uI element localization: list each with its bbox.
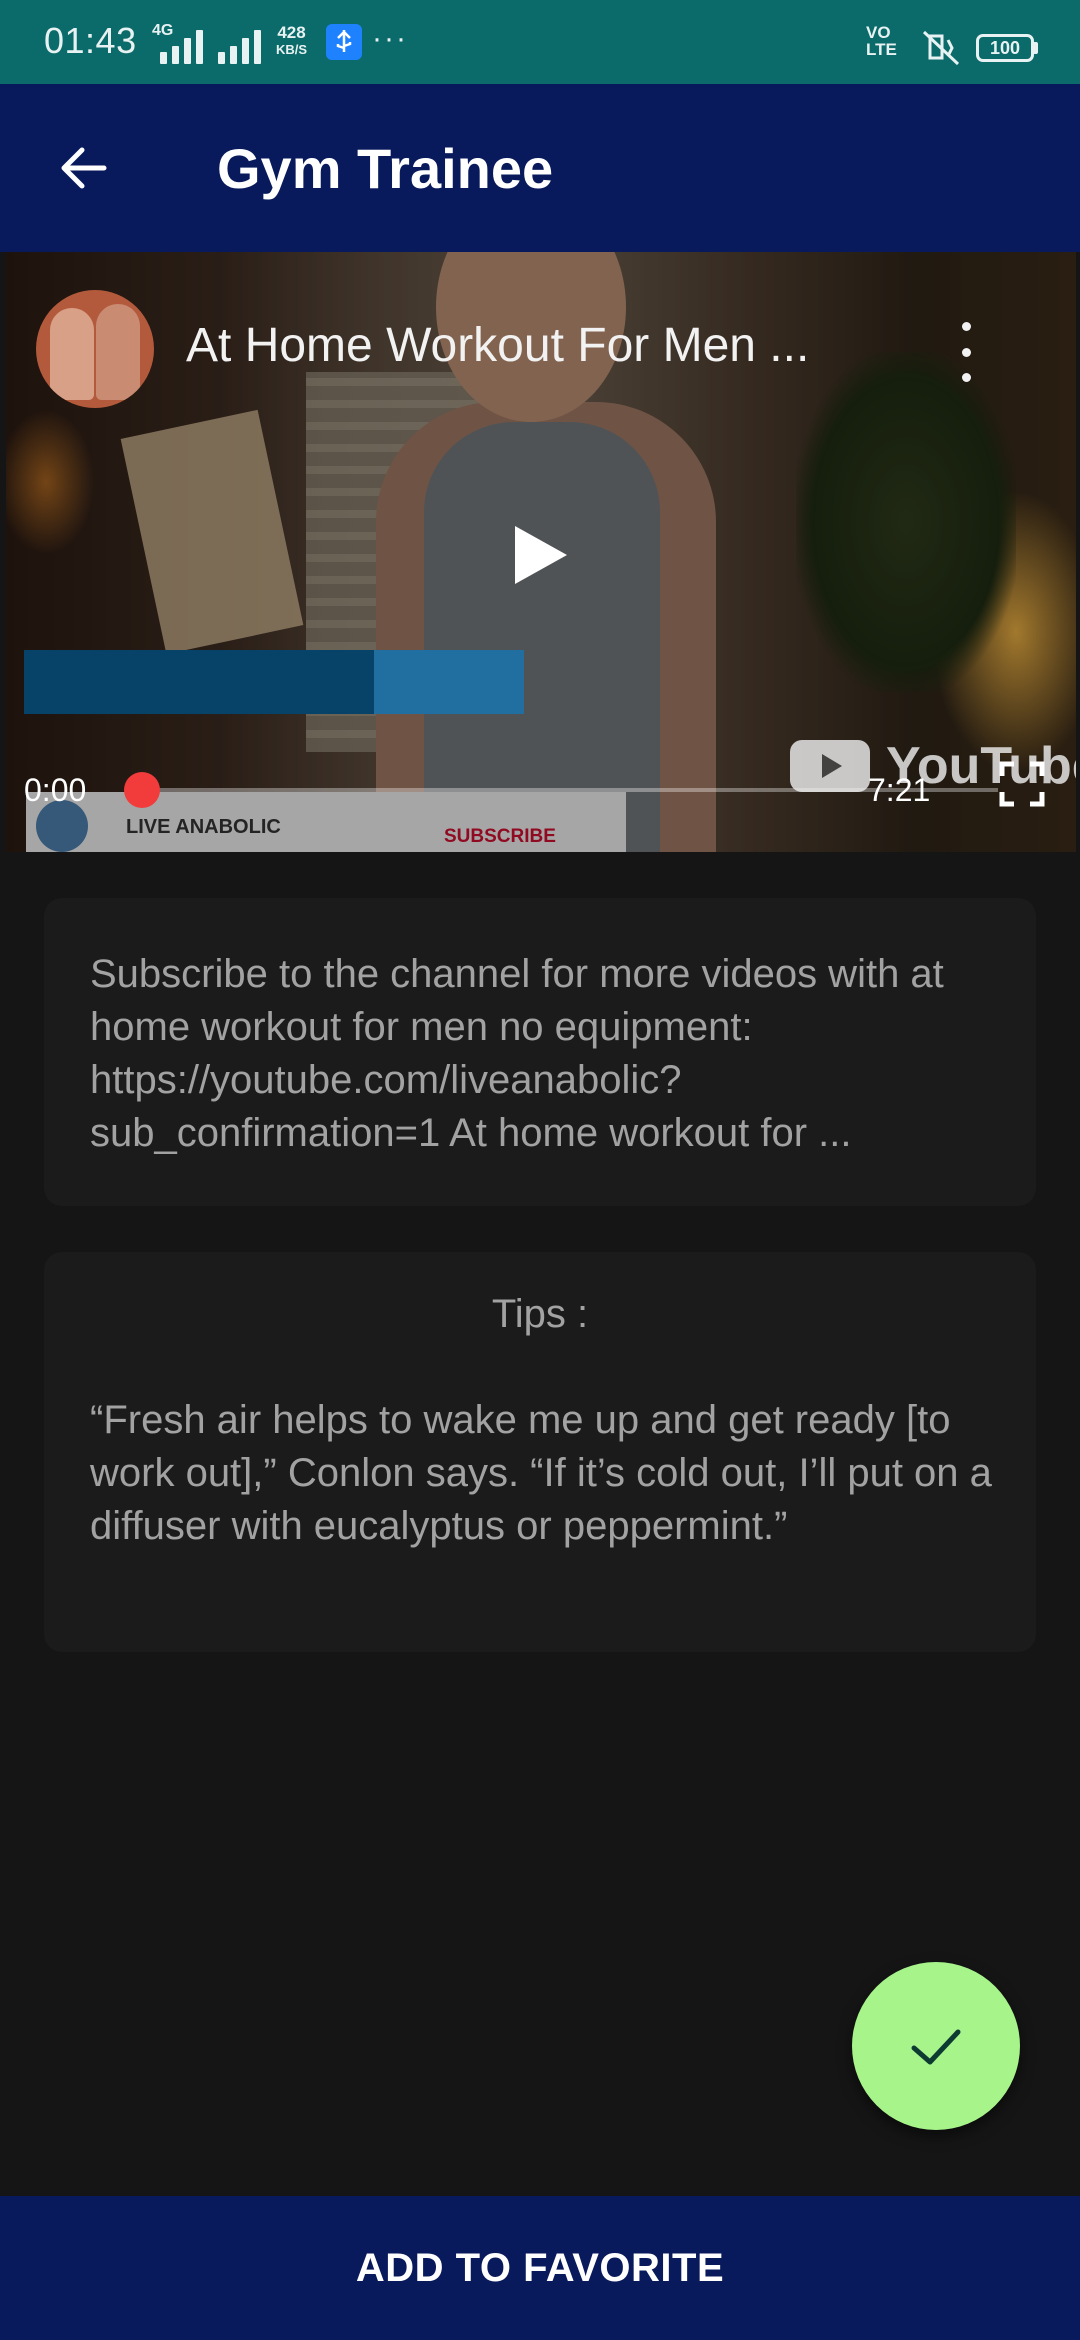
add-to-favorite-button[interactable]: ADD TO FAVORITE xyxy=(0,2196,1080,2340)
channel-avatar[interactable] xyxy=(36,290,154,408)
avatar-figure-1 xyxy=(50,308,94,400)
tips-heading: Tips : xyxy=(491,1292,589,1336)
more-notifications-icon: ··· xyxy=(372,22,408,55)
back-button[interactable] xyxy=(40,124,128,212)
mark-done-button[interactable] xyxy=(852,1962,1020,2130)
description-card: Subscribe to the channel for more videos… xyxy=(44,898,1036,1206)
add-to-favorite-label: ADD TO FAVORITE xyxy=(355,2246,725,2290)
arrow-left-icon xyxy=(61,147,107,189)
tips-text: “Fresh air helps to wake me up and get r… xyxy=(90,1398,992,1548)
battery-tip xyxy=(1034,42,1038,54)
signal-strength-icon xyxy=(160,30,203,64)
signal-strength-icon-2 xyxy=(218,30,261,64)
youtube-logo-icon xyxy=(790,740,870,792)
video-duration: 7:21 xyxy=(868,772,931,808)
network-speed-unit: KB/S xyxy=(276,42,308,57)
video-description: Subscribe to the channel for more videos… xyxy=(90,952,944,1155)
vibrate-mute-icon xyxy=(920,28,964,73)
app-bar: Gym Trainee xyxy=(0,84,1080,252)
fullscreen-icon xyxy=(999,761,1045,807)
video-progress-knob[interactable] xyxy=(124,772,160,808)
battery-icon: 100 xyxy=(976,34,1034,62)
page-title: Gym Trainee xyxy=(217,137,554,200)
play-button[interactable] xyxy=(511,522,571,588)
avatar-figure-2 xyxy=(96,304,140,400)
volte-icon: VO LTE xyxy=(866,23,897,59)
check-icon xyxy=(911,2029,961,2065)
status-bar: 01:43 4G 428 KB/S ··· VO LTE 100 xyxy=(0,0,1080,84)
video-player[interactable]: LIVE ANABOLIC SUBSCRIBE At Home Workout … xyxy=(6,252,1076,852)
play-icon xyxy=(515,526,567,584)
video-current-time: 0:00 xyxy=(24,772,87,808)
fullscreen-button[interactable] xyxy=(998,760,1046,808)
network-speed: 428 KB/S xyxy=(276,24,307,58)
tips-card: Tips : “Fresh air helps to wake me up an… xyxy=(44,1252,1036,1652)
more-options-icon[interactable] xyxy=(952,322,980,382)
video-title[interactable]: At Home Workout For Men ... xyxy=(186,318,886,373)
network-speed-value: 428 xyxy=(277,23,306,42)
usb-icon xyxy=(326,24,362,60)
status-time: 01:43 xyxy=(44,20,137,61)
